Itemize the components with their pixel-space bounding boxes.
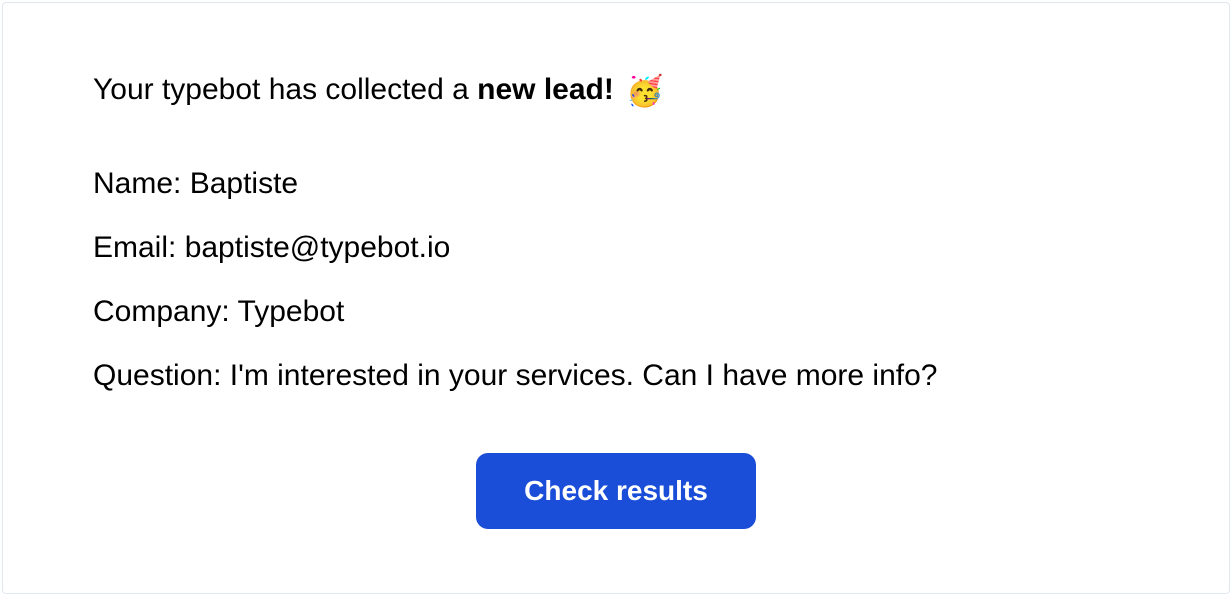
- field-company-label: Company: [93, 295, 221, 328]
- headline-bold: new lead!: [477, 73, 614, 106]
- field-question-value: I'm interested in your services. Can I h…: [230, 359, 938, 392]
- field-company-value: Typebot: [238, 295, 345, 328]
- email-card: Your typebot has collected a new lead! 🥳…: [2, 2, 1230, 594]
- field-email-value: baptiste@typebot.io: [185, 231, 451, 264]
- field-name-value: Baptiste: [190, 167, 298, 200]
- field-question: Question: I'm interested in your service…: [93, 359, 1139, 393]
- field-email-label: Email: [93, 231, 168, 264]
- check-results-button[interactable]: Check results: [476, 453, 756, 529]
- field-name: Name: Baptiste: [93, 167, 1139, 201]
- headline: Your typebot has collected a new lead! 🥳: [93, 73, 1139, 109]
- button-container: Check results: [93, 453, 1139, 529]
- headline-prefix: Your typebot has collected a: [93, 73, 477, 106]
- field-question-label: Question: [93, 359, 213, 392]
- field-email: Email: baptiste@typebot.io: [93, 231, 1139, 265]
- party-face-emoji-icon: 🥳: [626, 74, 663, 109]
- field-name-label: Name: [93, 167, 173, 200]
- field-company: Company: Typebot: [93, 295, 1139, 329]
